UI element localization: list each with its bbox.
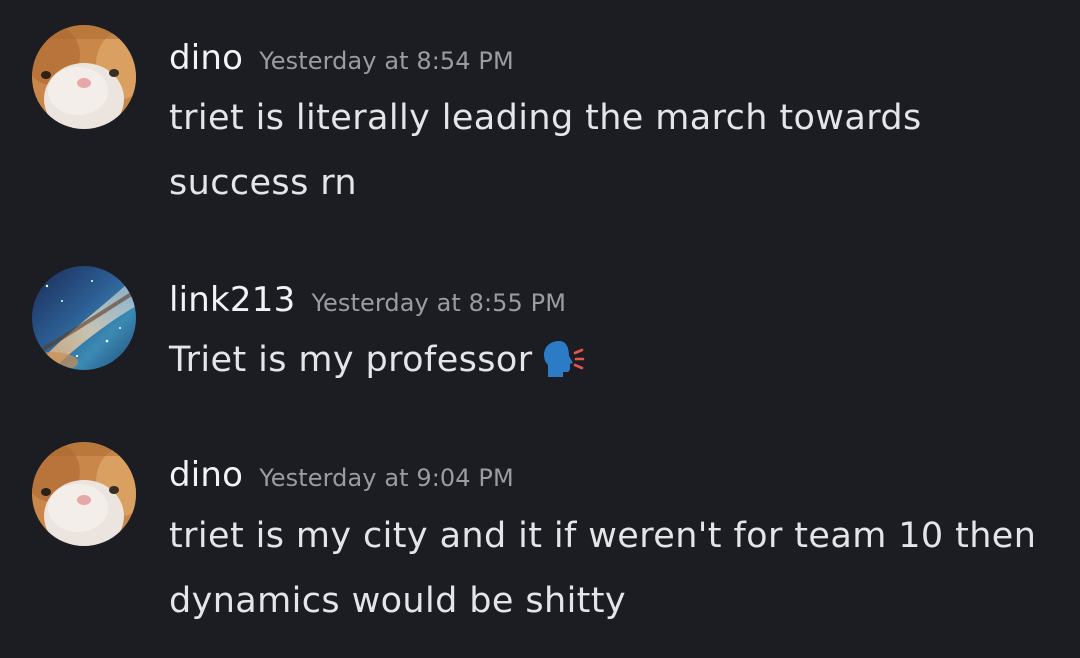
- message-content: triet is my city and it if weren't for t…: [169, 516, 1037, 621]
- avatar[interactable]: [32, 266, 136, 370]
- username[interactable]: dino: [169, 38, 243, 78]
- message-header: dino Yesterday at 9:04 PM: [169, 455, 514, 495]
- message-content: Triet is my professor: [169, 328, 1049, 401]
- galaxy-avatar-icon: [32, 266, 136, 370]
- message-text: Triet is my professor: [169, 340, 533, 380]
- username[interactable]: dino: [169, 455, 243, 495]
- timestamp[interactable]: Yesterday at 8:54 PM: [259, 47, 514, 75]
- chat-message-list: dino Yesterday at 8:54 PM triet is litera…: [0, 0, 1080, 658]
- message-header: dino Yesterday at 8:54 PM: [169, 38, 514, 78]
- speaking-head-icon: [541, 336, 585, 401]
- avatar[interactable]: [32, 25, 136, 129]
- username[interactable]: link213: [169, 280, 295, 320]
- message-content: triet is literally leading the march tow…: [169, 98, 922, 203]
- timestamp[interactable]: Yesterday at 8:55 PM: [311, 289, 566, 317]
- cat-avatar-icon: [32, 442, 136, 546]
- message-header: link213 Yesterday at 8:55 PM: [169, 280, 566, 320]
- timestamp[interactable]: Yesterday at 9:04 PM: [259, 464, 514, 492]
- avatar[interactable]: [32, 442, 136, 546]
- cat-avatar-icon: [32, 25, 136, 129]
